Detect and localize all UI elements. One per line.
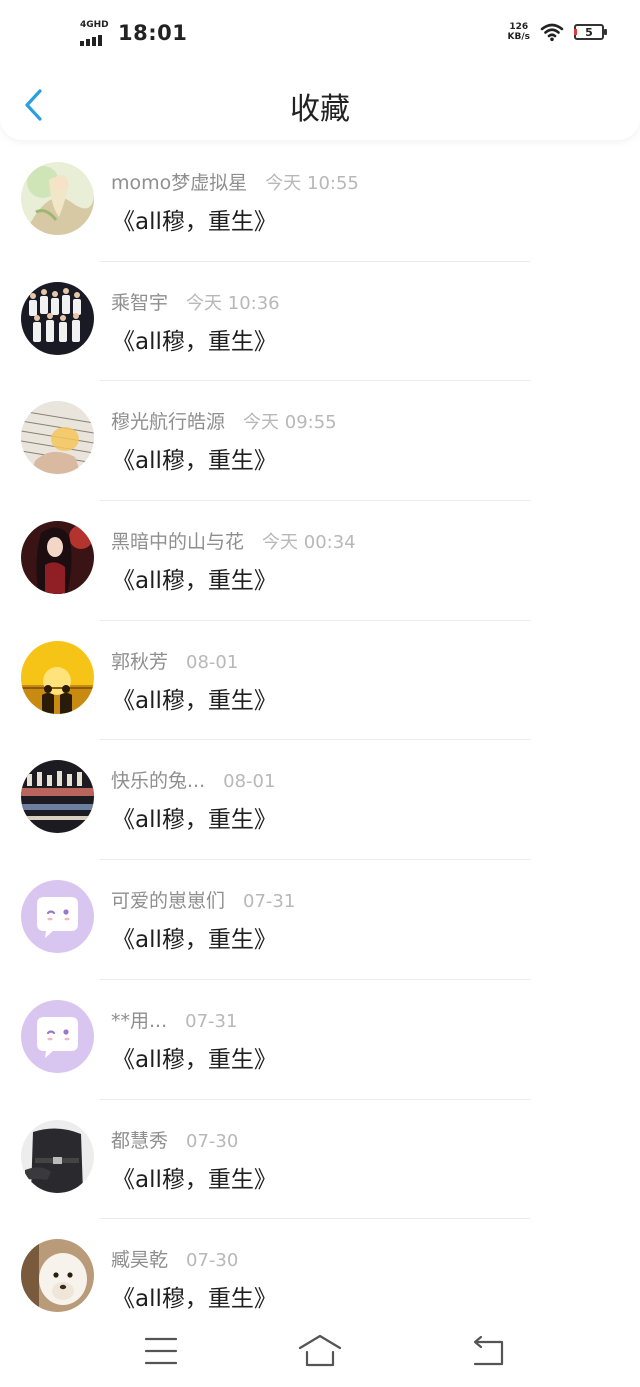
user-name: 乘智宇 — [111, 291, 169, 314]
page-title: 收藏 — [290, 92, 350, 127]
network-speed: 126 KB/s — [508, 22, 530, 42]
user-name: 臧昊乾 — [111, 1249, 169, 1272]
home-icon[interactable] — [298, 1331, 342, 1371]
list-item[interactable]: 乘智宇 今天 10:36 《all穆，重生》 — [0, 262, 640, 382]
favorites-list: momo梦虚拟星 今天 10:55 《all穆，重生》 乘智宇 今天 10:36… — [0, 142, 640, 1339]
status-left: 4GHD 18:01 — [80, 20, 187, 46]
avatar — [21, 401, 94, 475]
favorite-time: 08-01 — [223, 771, 276, 793]
item-title: 《all穆，重生》 — [112, 209, 277, 235]
user-name: 快乐的兔... — [111, 770, 206, 793]
nav-bar: 收藏 — [0, 70, 640, 140]
list-item[interactable]: 黑暗中的山与花 今天 00:34 《all穆，重生》 — [0, 501, 640, 621]
item-meta: 快乐的兔... 08-01 — [111, 766, 275, 793]
avatar — [21, 1119, 94, 1193]
menu-icon[interactable] — [139, 1331, 183, 1371]
list-item[interactable]: 郭秋芳 08-01 《all穆，重生》 — [0, 621, 640, 741]
item-title: 《all穆，重生》 — [112, 448, 277, 475]
avatar — [21, 1239, 94, 1313]
user-name: 可爱的崽崽们 — [111, 890, 226, 913]
item-title: 《all穆，重生》 — [112, 1046, 277, 1073]
favorite-time: 07-31 — [185, 1010, 238, 1032]
list-item[interactable]: momo梦虚拟星 今天 10:55 《all穆，重生》 — [0, 142, 640, 262]
item-meta: 黑暗中的山与花 今天 00:34 — [111, 527, 356, 554]
item-title: 《all穆，重生》 — [112, 1166, 277, 1193]
favorite-time: 今天 09:55 — [243, 412, 337, 434]
favorite-time: 07-31 — [243, 891, 296, 913]
avatar — [21, 640, 94, 714]
battery-level: 5 — [585, 25, 593, 39]
avatar — [21, 281, 94, 355]
return-icon[interactable] — [466, 1331, 510, 1371]
item-title: 《all穆，重生》 — [112, 1286, 277, 1313]
avatar — [21, 162, 94, 235]
user-name: **用... — [111, 1009, 168, 1032]
item-meta: **用... 07-31 — [111, 1006, 237, 1033]
header: 4GHD 18:01 126 KB/s 5 收藏 — [0, 0, 640, 140]
speed-unit: KB/s — [507, 32, 530, 42]
wifi-icon — [540, 22, 564, 42]
list-item[interactable]: 可爱的崽崽们 07-31 《all穆，重生》 — [0, 860, 640, 980]
favorite-time: 今天 10:55 — [265, 173, 359, 194]
favorite-time: 07-30 — [186, 1250, 239, 1272]
item-title: 《all穆，重生》 — [112, 927, 277, 954]
item-meta: 乘智宇 今天 10:36 — [111, 288, 280, 315]
favorite-time: 今天 10:36 — [186, 292, 280, 314]
favorite-time: 今天 00:34 — [262, 532, 356, 554]
item-meta: 穆光航行皓源 今天 09:55 — [111, 407, 337, 434]
item-meta: 郭秋芳 08-01 — [111, 647, 238, 674]
list-item[interactable]: 穆光航行皓源 今天 09:55 《all穆，重生》 — [0, 381, 640, 502]
system-navigation-bar — [0, 1317, 640, 1387]
clock: 18:01 — [118, 21, 188, 45]
item-title: 《all穆，重生》 — [112, 807, 277, 834]
user-name: 黑暗中的山与花 — [111, 531, 245, 554]
avatar — [21, 760, 94, 834]
avatar — [21, 521, 94, 595]
user-name: momo梦虚拟星 — [111, 172, 248, 194]
item-title: 《all穆，重生》 — [112, 328, 277, 355]
list-item[interactable]: 都慧秀 07-30 《all穆，重生》 — [0, 1100, 640, 1220]
user-name: 穆光航行皓源 — [111, 411, 226, 434]
item-meta: momo梦虚拟星 今天 10:55 — [111, 168, 359, 195]
battery-icon: 5 — [574, 24, 607, 40]
favorite-time: 07-30 — [186, 1130, 239, 1152]
list-item[interactable]: 快乐的兔... 08-01 《all穆，重生》 — [0, 740, 640, 861]
favorite-time: 08-01 — [186, 651, 239, 673]
status-bar: 4GHD 18:01 126 KB/s 5 — [0, 0, 640, 70]
item-title: 《all穆，重生》 — [112, 687, 277, 714]
signal-icon: 4GHD — [80, 20, 109, 46]
item-meta: 臧昊乾 07-30 — [111, 1245, 238, 1272]
item-title: 《all穆，重生》 — [112, 568, 277, 595]
network-type: 4GHD — [80, 20, 109, 30]
speed-value: 126 — [509, 22, 529, 32]
item-meta: 可爱的崽崽们 07-31 — [111, 886, 295, 913]
user-name: 都慧秀 — [111, 1129, 169, 1152]
item-meta: 都慧秀 07-30 — [111, 1126, 238, 1153]
user-name: 郭秋芳 — [111, 650, 169, 673]
default-avatar-icon — [21, 999, 94, 1073]
list-item[interactable]: **用... 07-31 《all穆，重生》 — [0, 980, 640, 1100]
default-avatar-icon — [21, 880, 94, 954]
status-right: 126 KB/s 5 — [508, 22, 607, 42]
